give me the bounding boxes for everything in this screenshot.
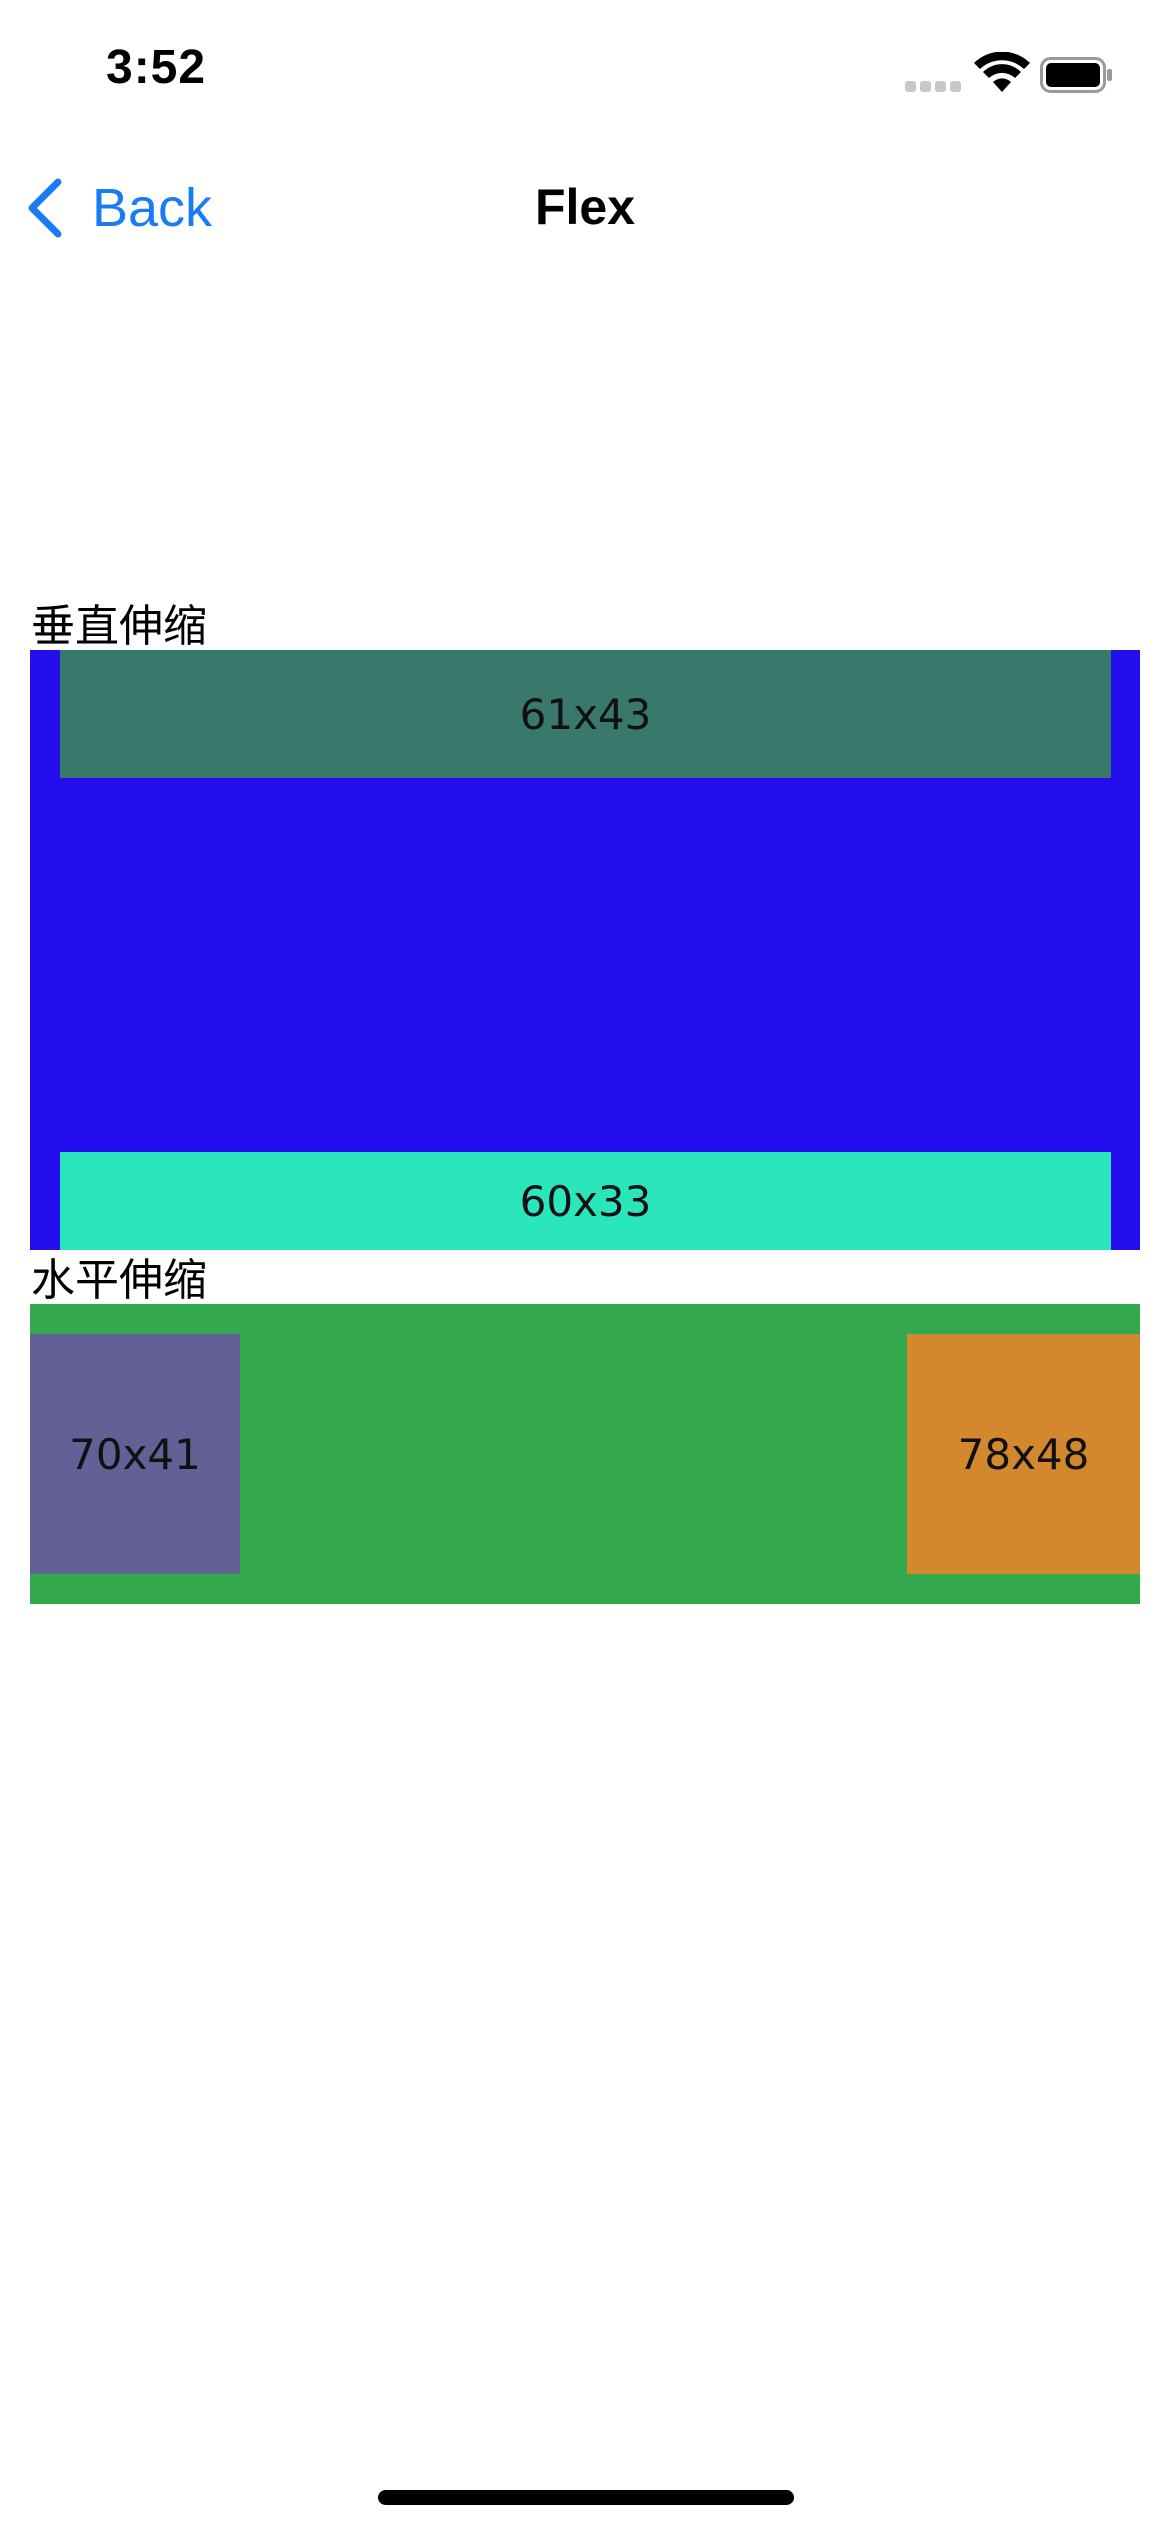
horizontal-flex-item-left: 70x41 (30, 1334, 240, 1574)
page-title: Flex (534, 179, 636, 235)
battery-icon (1040, 57, 1112, 93)
wifi-icon (974, 52, 1030, 92)
vertical-flex-item-bottom: 60x33 (60, 1152, 1111, 1250)
cellular-signal-icon (905, 81, 961, 93)
horizontal-section-label: 水平伸缩 (31, 1255, 207, 1306)
home-indicator[interactable] (378, 2490, 794, 2505)
vertical-section-label: 垂直伸缩 (31, 601, 207, 652)
status-time: 3:52 (106, 41, 207, 94)
vertical-flex-container: 61x43 60x33 (30, 650, 1140, 1250)
screen: 3:52 Back Flex 垂直伸缩 61x43 60x33 水平伸缩 70x… (0, 0, 1170, 2532)
vertical-flex-item-top: 61x43 (60, 650, 1111, 778)
horizontal-flex-container: 70x41 78x48 (30, 1304, 1140, 1604)
horizontal-flex-item-right: 78x48 (907, 1334, 1140, 1574)
